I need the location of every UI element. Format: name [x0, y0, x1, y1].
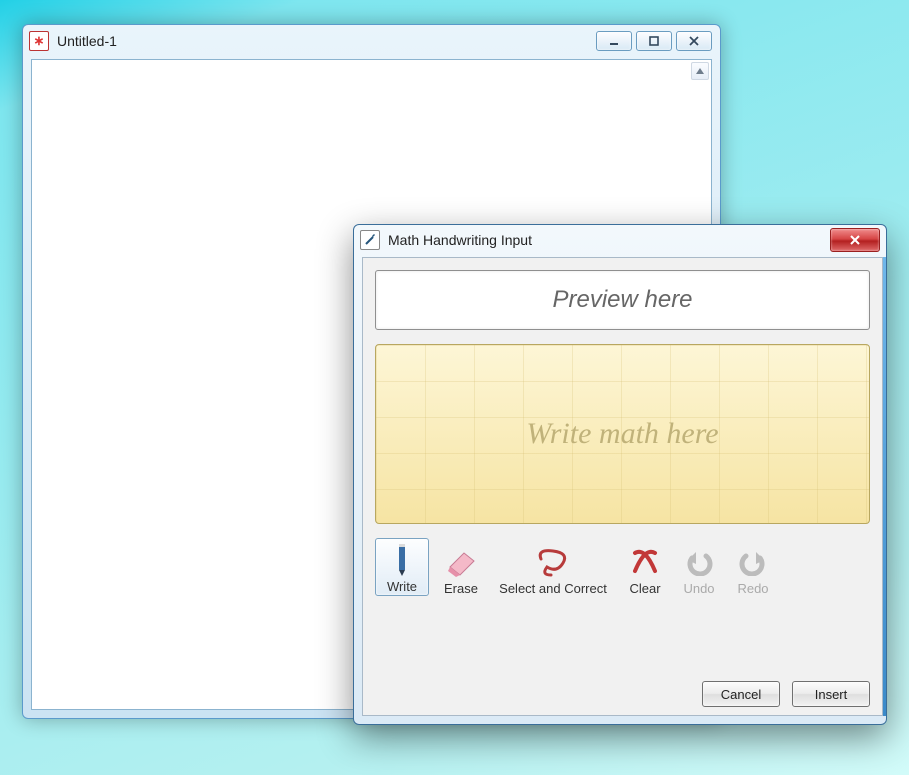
close-button[interactable] — [676, 31, 712, 51]
canvas-placeholder: Write math here — [526, 417, 718, 451]
select-correct-tool[interactable]: Select and Correct — [493, 543, 613, 596]
clear-label: Clear — [629, 581, 660, 596]
pen-icon — [382, 541, 422, 579]
math-handwriting-dialog: Math Handwriting Input Preview here Writ… — [353, 224, 887, 725]
undo-icon — [679, 543, 719, 581]
erase-label: Erase — [444, 581, 478, 596]
close-icon — [848, 234, 862, 246]
editor-app-icon: ∗ — [29, 31, 49, 51]
minimize-icon — [608, 35, 620, 47]
clear-x-icon — [625, 543, 665, 581]
clear-tool[interactable]: Clear — [623, 543, 667, 596]
erase-tool[interactable]: Erase — [439, 543, 483, 596]
pencil-icon — [364, 234, 376, 246]
write-label: Write — [387, 579, 417, 594]
editor-titlebar[interactable]: ∗ Untitled-1 — [23, 25, 720, 57]
cancel-button[interactable]: Cancel — [702, 681, 780, 707]
window-controls — [596, 31, 712, 51]
scrollbar-up-button[interactable] — [691, 62, 709, 80]
editor-app-icon-glyph: ∗ — [34, 33, 45, 49]
preview-placeholder: Preview here — [552, 286, 692, 314]
undo-tool[interactable]: Undo — [677, 543, 721, 596]
select-correct-label: Select and Correct — [499, 581, 607, 596]
redo-label: Redo — [737, 581, 768, 596]
redo-icon — [733, 543, 773, 581]
eraser-icon — [441, 543, 481, 581]
redo-tool[interactable]: Redo — [731, 543, 775, 596]
undo-label: Undo — [683, 581, 714, 596]
handwriting-canvas[interactable]: Write math here — [375, 344, 870, 524]
dialog-title: Math Handwriting Input — [388, 232, 830, 248]
dialog-close-button[interactable] — [830, 228, 880, 252]
dialog-titlebar[interactable]: Math Handwriting Input — [354, 225, 886, 255]
maximize-button[interactable] — [636, 31, 672, 51]
dialog-body: Preview here Write math here Write Era — [362, 257, 883, 716]
chevron-up-icon — [696, 67, 704, 75]
editor-title: Untitled-1 — [57, 33, 596, 49]
lasso-icon — [533, 543, 573, 581]
close-icon — [688, 35, 700, 47]
minimize-button[interactable] — [596, 31, 632, 51]
insert-button[interactable]: Insert — [792, 681, 870, 707]
write-tool[interactable]: Write — [375, 538, 429, 596]
dialog-app-icon — [360, 230, 380, 250]
preview-area: Preview here — [375, 270, 870, 330]
tool-bar: Write Erase Select and Correct — [375, 538, 870, 596]
maximize-icon — [648, 35, 660, 47]
insert-label: Insert — [815, 687, 848, 702]
dialog-button-row: Cancel Insert — [375, 671, 870, 707]
cancel-label: Cancel — [721, 687, 761, 702]
